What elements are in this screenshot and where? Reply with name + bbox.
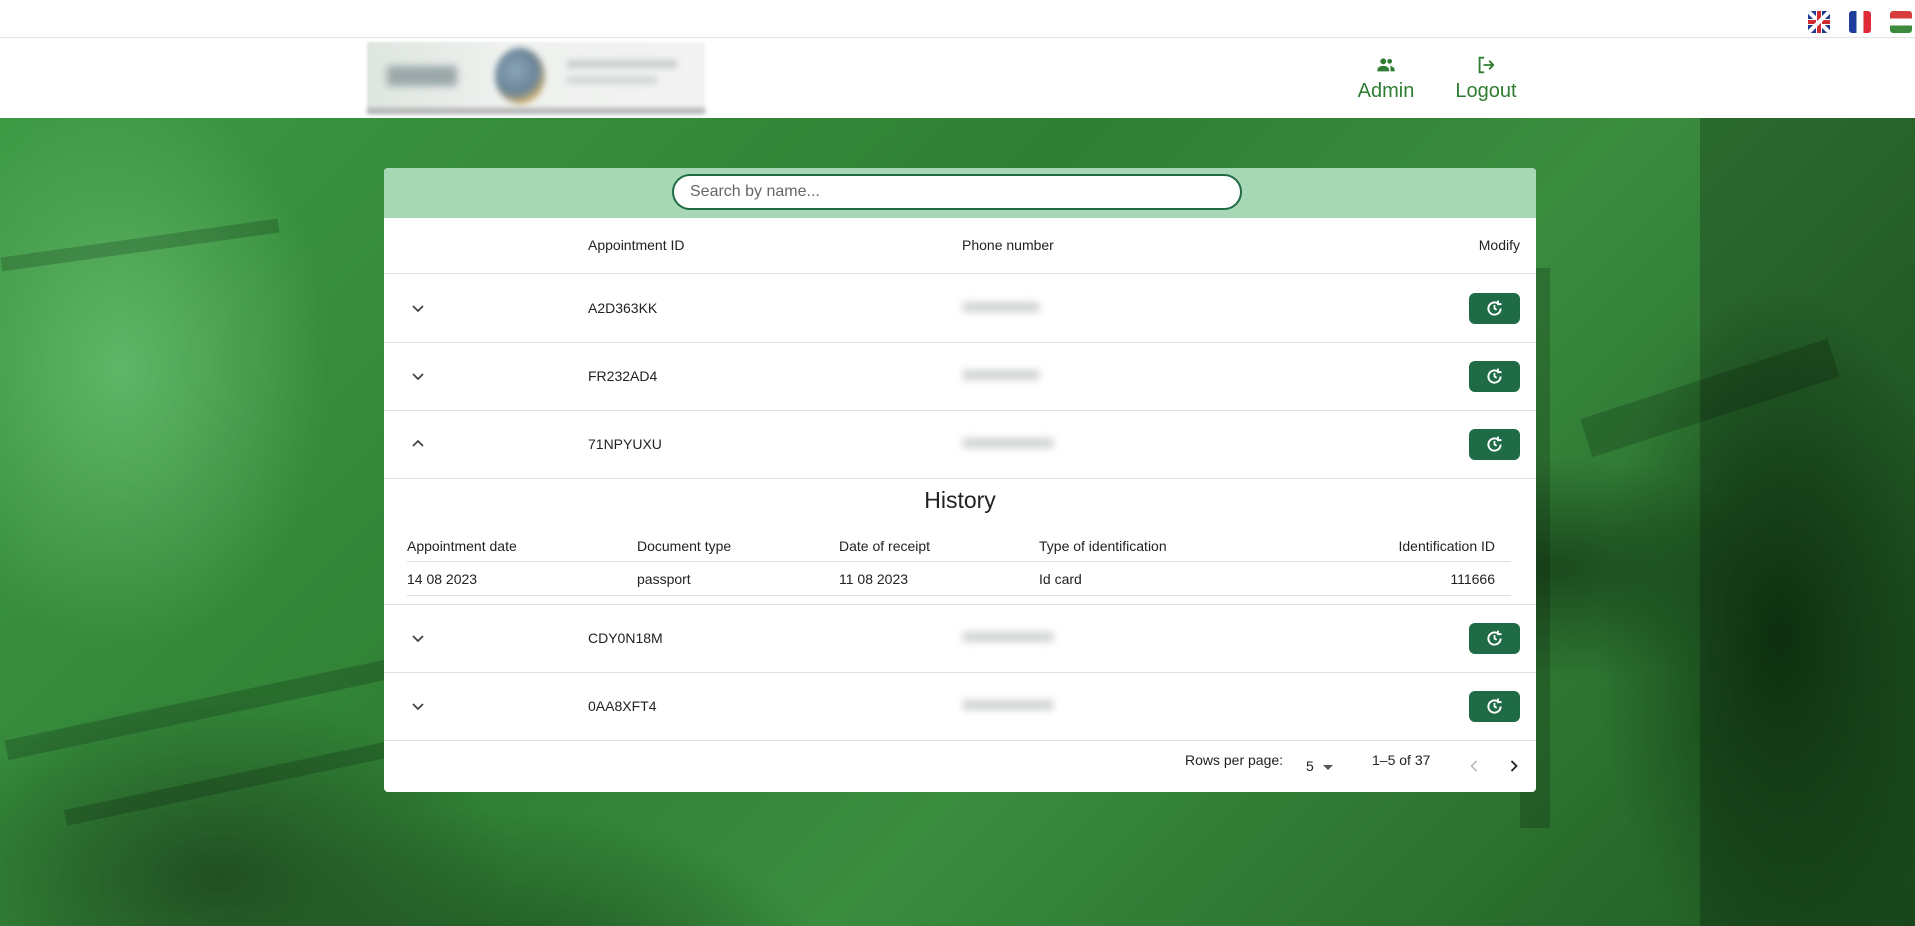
phone-number-redacted bbox=[962, 622, 1062, 654]
table-row: 0AA8XFT4 bbox=[384, 672, 1536, 741]
history-title: History bbox=[924, 487, 996, 513]
dropdown-caret-icon[interactable] bbox=[1323, 765, 1333, 770]
appointments-card: Appointment ID Phone number Modify A2D36… bbox=[384, 168, 1536, 792]
table-row: A2D363KK bbox=[384, 274, 1536, 343]
table-header: Appointment ID Phone number Modify bbox=[384, 218, 1536, 274]
refresh-icon bbox=[1487, 300, 1502, 316]
admin-nav-button[interactable]: Admin bbox=[1354, 54, 1418, 106]
refresh-icon bbox=[1487, 436, 1502, 452]
appointment-id: 0AA8XFT4 bbox=[588, 698, 657, 714]
modify-button[interactable] bbox=[1469, 361, 1520, 392]
logo bbox=[367, 42, 705, 114]
refresh-icon bbox=[1487, 630, 1502, 646]
logout-nav-button[interactable]: Logout bbox=[1452, 54, 1520, 106]
history-panel: History Appointment date Document type D… bbox=[384, 477, 1536, 605]
document-type: passport bbox=[637, 571, 691, 587]
search-bar bbox=[384, 168, 1536, 218]
pagination-range: 1–5 of 37 bbox=[1372, 752, 1431, 768]
identification-id: 111666 bbox=[1450, 571, 1495, 587]
admin-label: Admin bbox=[1357, 80, 1415, 102]
appointment-date-header: Appointment date bbox=[407, 538, 517, 554]
table-row: FR232AD4 bbox=[384, 342, 1536, 411]
chevron-down-icon[interactable] bbox=[406, 626, 430, 650]
appointment-id: 71NPYUXU bbox=[588, 436, 662, 452]
chevron-down-icon[interactable] bbox=[406, 694, 430, 718]
pagination: Rows per page: 5 1–5 of 37 bbox=[384, 740, 1536, 792]
appointment-date: 14 08 2023 bbox=[407, 571, 478, 587]
uk-flag-icon[interactable] bbox=[1808, 11, 1830, 33]
document-type-header: Document type bbox=[637, 538, 732, 554]
modify-button[interactable] bbox=[1469, 293, 1520, 324]
rows-per-page-select[interactable]: 5 bbox=[1306, 758, 1314, 774]
appointment-id: FR232AD4 bbox=[588, 368, 658, 384]
search-input[interactable] bbox=[672, 174, 1242, 210]
history-header-row: Appointment date Document type Date of r… bbox=[407, 529, 1511, 562]
phone-number-redacted bbox=[962, 360, 1062, 392]
chevron-left-icon[interactable] bbox=[1464, 756, 1484, 776]
phone-number-redacted bbox=[962, 292, 1062, 324]
hu-flag-icon[interactable] bbox=[1890, 11, 1912, 33]
chevron-down-icon[interactable] bbox=[406, 296, 430, 320]
identification-type-header: Type of identification bbox=[1039, 538, 1167, 554]
appointment-id-header: Appointment ID bbox=[588, 237, 685, 253]
people-icon bbox=[1377, 58, 1395, 72]
language-bar bbox=[0, 0, 1915, 38]
logout-icon bbox=[1478, 56, 1495, 74]
chevron-down-icon[interactable] bbox=[406, 364, 430, 388]
appointment-id: CDY0N18M bbox=[588, 630, 663, 646]
app-header bbox=[0, 38, 1915, 118]
refresh-icon bbox=[1487, 698, 1502, 714]
table-row: CDY0N18M bbox=[384, 604, 1536, 673]
rows-per-page-label: Rows per page: bbox=[1185, 752, 1284, 768]
refresh-icon bbox=[1487, 368, 1502, 384]
identification-id-header: Identification ID bbox=[1398, 538, 1496, 554]
identification-type: Id card bbox=[1039, 571, 1082, 587]
logout-label: Logout bbox=[1455, 80, 1517, 102]
modify-button[interactable] bbox=[1469, 691, 1520, 722]
chevron-up-icon[interactable] bbox=[406, 432, 430, 456]
phone-number-header: Phone number bbox=[962, 237, 1054, 253]
modify-header: Modify bbox=[1478, 237, 1520, 253]
appointment-id: A2D363KK bbox=[588, 300, 658, 316]
chevron-right-icon[interactable] bbox=[1504, 756, 1524, 776]
history-row: 14 08 2023 passport 11 08 2023 Id card 1… bbox=[407, 562, 1511, 596]
fr-flag-icon[interactable] bbox=[1849, 11, 1871, 33]
table-row: 71NPYUXU bbox=[384, 410, 1536, 479]
modify-button[interactable] bbox=[1469, 429, 1520, 460]
phone-number-redacted bbox=[962, 690, 1062, 722]
date-of-receipt: 11 08 2023 bbox=[839, 571, 909, 587]
phone-number-redacted bbox=[962, 428, 1062, 460]
history-table: Appointment date Document type Date of r… bbox=[407, 529, 1511, 596]
date-of-receipt-header: Date of receipt bbox=[839, 538, 931, 554]
modify-button[interactable] bbox=[1469, 623, 1520, 654]
